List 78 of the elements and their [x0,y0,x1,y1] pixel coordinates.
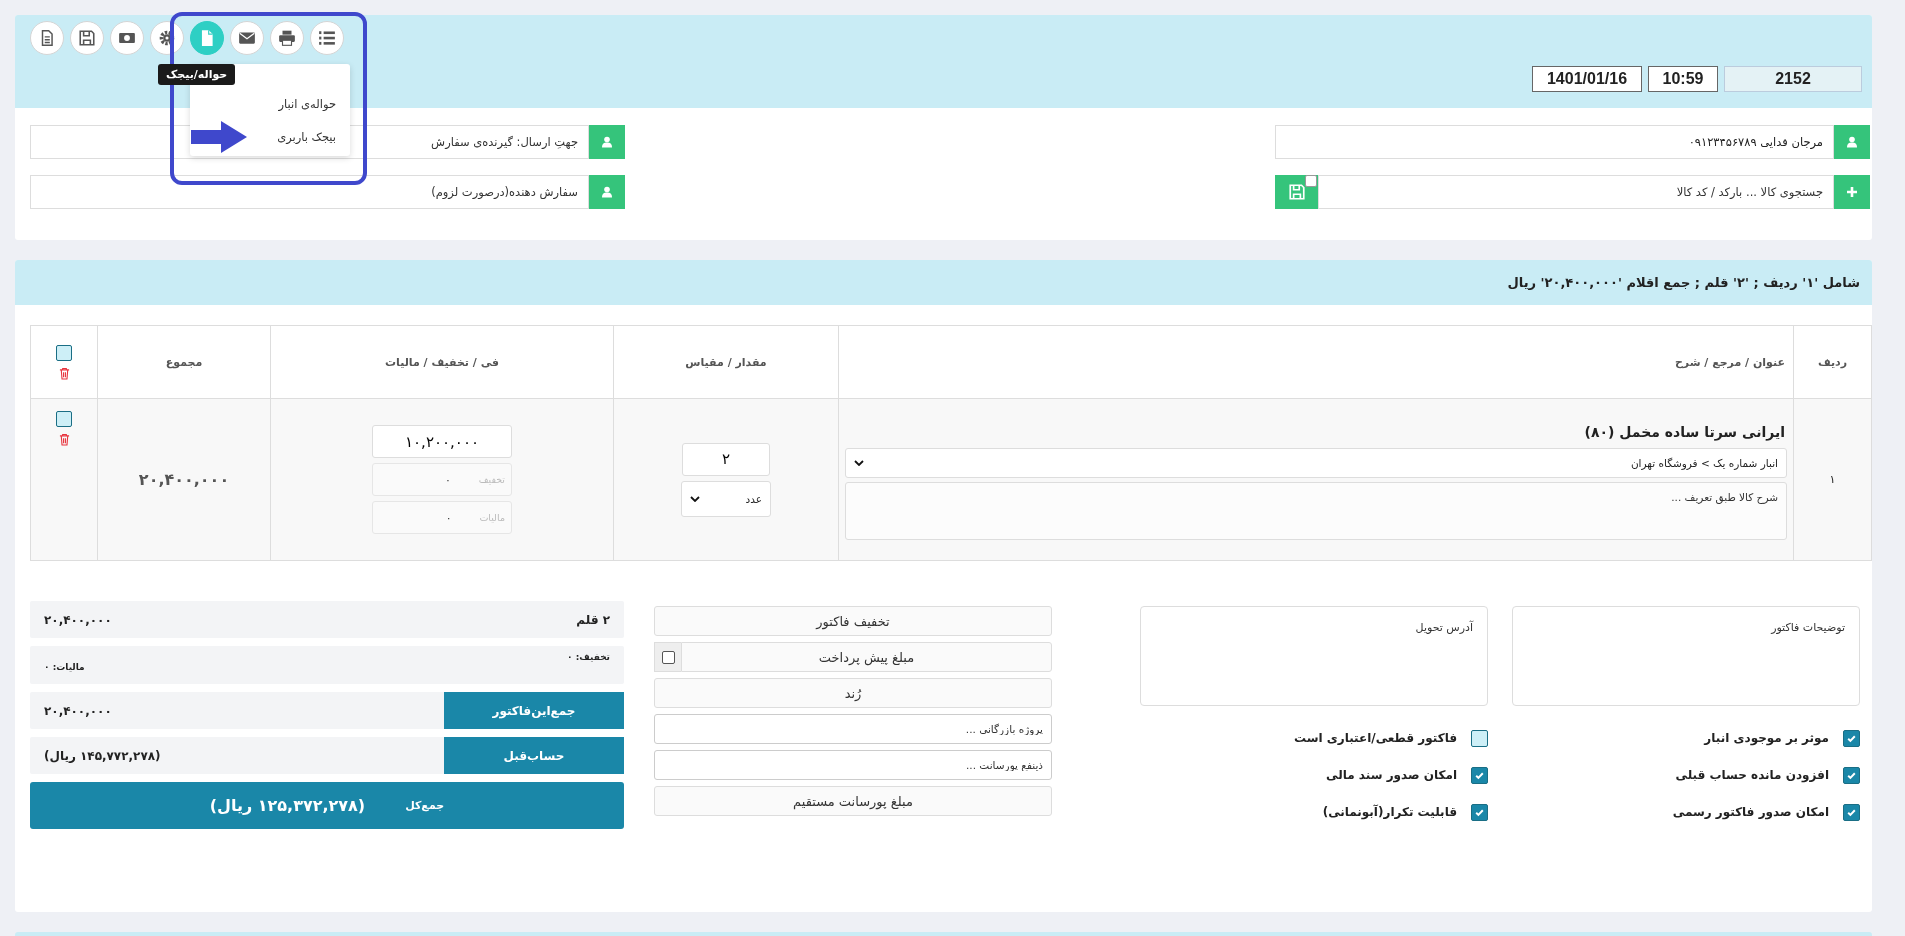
person-icon [601,136,613,148]
total-label: جمع‌کل [405,799,445,812]
menu-item[interactable]: حواله‌ی انبار [276,88,338,121]
save-button[interactable] [1275,175,1318,209]
checkbox[interactable] [56,411,72,427]
action-button[interactable]: مبلغ پیش پرداخت [681,642,1052,672]
option-label: افزودن مانده حساب قبلی [1675,768,1829,782]
date-field: 1401/01/16 [1532,66,1642,92]
checkbox[interactable] [661,650,675,664]
toolbar-button[interactable] [270,21,304,55]
action-button[interactable]: مبلغ پورسانت مستقیم [654,786,1052,816]
notes-field[interactable]: توضیحات فاکتور [1512,606,1860,706]
total-label: جمع‌این‌فاکتور [444,692,624,729]
discount-text: تخفیف: ۰ [567,652,610,662]
printer-icon [278,29,296,47]
option-label: امکان صدور سند مالی [1326,768,1457,782]
items-total: ۲۰,۴۰۰,۰۰۰ [44,612,112,627]
text-field[interactable]: پروژه بازرگانی ... [654,714,1052,744]
unit-select[interactable]: عدد [681,480,771,517]
checkbox[interactable] [1471,766,1488,784]
chevron-down-icon [690,495,700,502]
items-count: ۲ قلم [576,612,610,627]
trash-icon[interactable] [58,433,70,446]
option-label: قابلیت تکرار(آبونمانی) [1322,805,1457,819]
checkbox[interactable] [1471,729,1488,747]
plus-icon [1846,186,1858,198]
checkbox[interactable] [1843,766,1860,784]
invoice-number-field: 2152 [1724,66,1862,92]
previous-balance: (۱۴۵,۷۷۲,۲۷۸ ریال) [43,748,161,763]
toolbar-button[interactable] [30,21,64,55]
tooltip: حواله/بیجک [158,64,236,85]
warehouse-select[interactable]: انبار شماره یک > فروشگاه تهران [845,447,1787,478]
trash-icon[interactable] [58,366,70,380]
action-button[interactable]: تخفیف فاکتور [654,606,1052,636]
numbered-list-icon [318,29,336,47]
checkbox[interactable] [56,344,72,361]
time-field: 10:59 [1648,66,1718,92]
invoice-total: ۲۰,۴۰۰,۰۰۰ [43,703,112,718]
checkbox[interactable] [1305,175,1317,187]
product-title: ایرانی سرتا ساده مخمل (۸۰) [1583,423,1785,440]
person-icon [1846,136,1858,148]
column-header: مقدار / مقیاس [613,325,839,399]
toolbar-button[interactable] [70,21,104,55]
column-header: عنوان / مرجع / شرح [838,325,1794,399]
description-field[interactable]: شرح کالا طبق تعریف ... [845,481,1787,540]
toolbar-button[interactable] [110,21,144,55]
quantity-field[interactable]: ۲ [682,442,770,476]
table-cell: ۲۰,۴۰۰,۰۰۰ [138,470,230,489]
address-field[interactable]: آدرس تحویل [1140,606,1488,706]
column-header: مجموع [97,325,271,399]
option-label: امکان صدور فاکتور رسمی [1672,805,1829,819]
option-label: موثر بر موجودی انبار [1704,731,1829,745]
grand-total: (۱۲۵,۳۷۲,۲۷۸ ریال) [209,796,366,815]
checkbox[interactable] [1471,803,1488,821]
total-label: حساب‌قبل [444,737,624,774]
summary-text: شامل '۱' ردیف ; '۲' قلم ; جمع اقلام '۲۰,۴۰۰,۰۰۰' ریال [1507,275,1860,290]
checkbox[interactable] [1843,729,1860,747]
column-header: فی / تخفیف / مالیات [270,325,614,399]
text-field[interactable]: ذینفع پورسانت ... [654,750,1052,780]
table-cell: ۱ [1829,473,1836,486]
person-icon [601,186,613,198]
toolbar-button[interactable] [230,21,264,55]
option-label: فاکتور قطعی/اعتباری است [1294,731,1457,745]
arrow-drawing [189,120,249,154]
recipient-field[interactable]: سفارش دهنده(درصورت لزوم) [30,175,589,209]
envelope-icon [238,29,256,47]
tax-text: مالیات: ۰ [44,662,85,672]
toolbar-button[interactable] [310,21,344,55]
search-field[interactable]: جستجوی کالا ... بارکد / کد کالا [1318,175,1834,209]
checkbox[interactable] [1843,803,1860,821]
discount-field[interactable]: تخفیف ۰ [372,463,512,496]
chevron-down-icon [854,459,864,466]
menu-item[interactable]: بیجک باربری [275,121,338,154]
customer-field[interactable]: مرجان فدایی ۰۹۱۲۳۴۵۶۷۸۹ [1275,125,1834,159]
price-field[interactable]: ۱۰,۲۰۰,۰۰۰ [372,425,512,458]
tax-field[interactable]: مالیات ۰ [372,501,512,534]
column-header: ردیف [1793,325,1872,399]
action-button[interactable]: رُند [654,678,1052,708]
